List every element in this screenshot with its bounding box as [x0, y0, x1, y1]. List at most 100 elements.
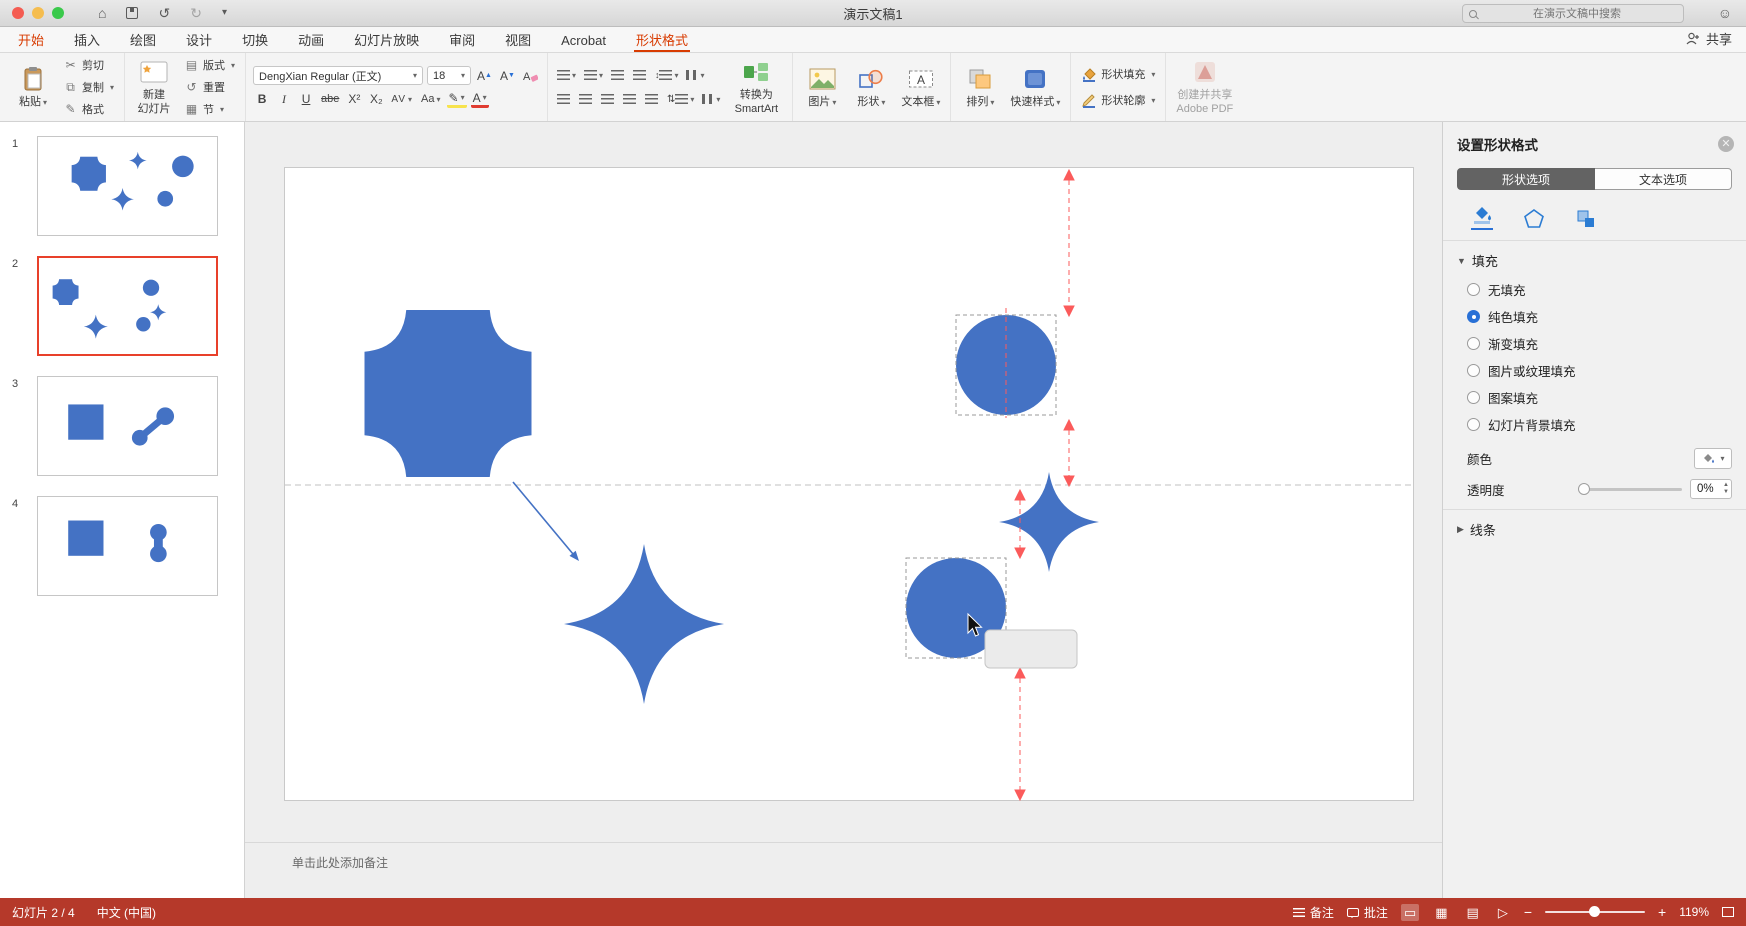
zoom-out-icon[interactable]: −: [1524, 904, 1532, 920]
large-star-shape[interactable]: [564, 544, 724, 704]
picture-button[interactable]: 图片 ▾: [800, 63, 844, 111]
transparency-value-spinner[interactable]: 0% ▲ ▼: [1690, 479, 1732, 499]
subscript-button[interactable]: X₂: [367, 90, 385, 108]
bold-button[interactable]: B: [253, 90, 271, 108]
change-case-button[interactable]: Aa ▾: [419, 90, 442, 108]
line-spacing-button[interactable]: ↕ ▾: [653, 66, 681, 84]
search-box[interactable]: [1462, 4, 1684, 23]
tab-design[interactable]: 设计: [184, 31, 214, 52]
tab-acrobat[interactable]: Acrobat: [559, 31, 608, 52]
text-direction-button[interactable]: ⇅ ▾: [665, 90, 696, 108]
format-painter-button[interactable]: ✎ 格式: [60, 100, 117, 118]
textbox-button[interactable]: A 文本框 ▾: [898, 63, 943, 111]
notes-toggle-button[interactable]: 备注: [1292, 904, 1334, 921]
copy-button[interactable]: ⧉ 复制 ▾: [60, 78, 117, 96]
slide-editor-canvas[interactable]: 单击此处添加备注: [245, 122, 1442, 898]
spinner-up-icon[interactable]: ▲: [1723, 482, 1729, 489]
slideshow-view-icon[interactable]: ▷: [1495, 904, 1511, 921]
columns-button[interactable]: ▾: [684, 66, 706, 84]
smartart-button[interactable]: 转换为 SmartArt: [727, 56, 785, 117]
undo-icon[interactable]: ↺: [158, 6, 170, 20]
justify-button[interactable]: [621, 90, 639, 108]
panel-close-icon[interactable]: ✕: [1718, 136, 1734, 152]
search-input[interactable]: [1477, 6, 1677, 21]
feedback-smiley-icon[interactable]: ☺: [1718, 5, 1732, 21]
layout-button[interactable]: ▤ 版式 ▾: [181, 56, 238, 74]
tab-shape-options[interactable]: 形状选项: [1457, 168, 1595, 190]
zoom-slider[interactable]: [1545, 906, 1645, 918]
tab-draw[interactable]: 绘图: [128, 31, 158, 52]
share-button[interactable]: 共享: [1686, 29, 1732, 48]
superscript-button[interactable]: X²: [345, 90, 363, 108]
language-indicator[interactable]: 中文 (中国): [97, 904, 156, 921]
tab-view[interactable]: 视图: [503, 31, 533, 52]
comments-toggle-button[interactable]: 批注: [1346, 904, 1388, 921]
bullets-button[interactable]: ▾: [555, 66, 578, 84]
grow-font-button[interactable]: A ▲: [475, 67, 494, 85]
tab-home[interactable]: 开始: [16, 31, 46, 52]
font-name-select[interactable]: DengXian Regular (正文) ▾: [253, 66, 424, 85]
toolbar-overflow-icon[interactable]: ▾: [222, 8, 227, 18]
align-text-button[interactable]: ▾: [700, 90, 722, 108]
minimize-window-button[interactable]: [32, 7, 44, 19]
fill-color-picker-button[interactable]: ▾: [1694, 448, 1732, 469]
tab-transitions[interactable]: 切换: [240, 31, 270, 52]
spinner-down-icon[interactable]: ▼: [1723, 489, 1729, 496]
paste-button[interactable]: 粘贴 ▾: [11, 63, 55, 111]
zoom-window-button[interactable]: [52, 7, 64, 19]
adobe-pdf-button[interactable]: 创建并共享 Adobe PDF: [1173, 56, 1236, 117]
character-spacing-button[interactable]: AV ▾: [389, 90, 415, 108]
line-section-header[interactable]: ▶ 线条: [1443, 510, 1746, 545]
new-slide-button[interactable]: 新建 幻灯片: [132, 56, 176, 117]
slide-thumbnail-1[interactable]: [37, 136, 218, 236]
fill-option-none[interactable]: 无填充: [1443, 276, 1746, 303]
size-properties-tab-icon[interactable]: [1575, 206, 1597, 230]
slide-thumbnail-3[interactable]: [37, 376, 218, 476]
slide-thumbnail-4[interactable]: [37, 496, 218, 596]
slide-sorter-view-icon[interactable]: ▦: [1432, 904, 1450, 921]
fill-option-slide-background[interactable]: 幻灯片背景填充: [1443, 411, 1746, 438]
zoom-slider-thumb[interactable]: [1589, 906, 1600, 918]
font-color-button[interactable]: A ▾: [470, 90, 489, 108]
numbering-button[interactable]: ▾: [582, 66, 605, 84]
fill-line-tab-icon[interactable]: [1471, 206, 1493, 230]
slider-thumb[interactable]: [1578, 482, 1590, 495]
normal-view-icon[interactable]: ▭: [1400, 903, 1420, 921]
fill-option-picture-texture[interactable]: 图片或纹理填充: [1443, 357, 1746, 384]
align-center-button[interactable]: [577, 90, 595, 108]
fill-section-header[interactable]: ▼ 填充: [1443, 241, 1746, 276]
notes-placeholder[interactable]: 单击此处添加备注: [292, 854, 388, 871]
connector-arrow[interactable]: [512, 481, 579, 561]
align-left-button[interactable]: [555, 90, 573, 108]
align-right-button[interactable]: [599, 90, 617, 108]
home-icon[interactable]: ⌂: [98, 6, 106, 20]
arrange-button[interactable]: 排列 ▾: [958, 63, 1002, 111]
small-star-shape[interactable]: [999, 472, 1099, 572]
shrink-font-button[interactable]: A ▼: [498, 67, 517, 85]
fit-slide-to-window-icon[interactable]: [1722, 907, 1734, 917]
close-window-button[interactable]: [12, 7, 24, 19]
fill-option-gradient[interactable]: 渐变填充: [1443, 330, 1746, 357]
highlight-color-button[interactable]: ✎ ▾: [446, 90, 467, 108]
increase-indent-button[interactable]: [631, 66, 649, 84]
transparency-slider[interactable]: [1578, 482, 1682, 495]
slide-surface[interactable]: [284, 167, 1415, 802]
tab-review[interactable]: 审阅: [447, 31, 477, 52]
distribute-button[interactable]: [643, 90, 661, 108]
italic-button[interactable]: I: [275, 90, 293, 108]
strikethrough-button[interactable]: abe: [319, 90, 341, 108]
shape-fill-button[interactable]: 形状填充 ▾: [1078, 65, 1158, 83]
zoom-in-icon[interactable]: +: [1658, 904, 1666, 920]
cut-button[interactable]: ✂ 剪切: [60, 56, 117, 74]
fill-option-pattern[interactable]: 图案填充: [1443, 384, 1746, 411]
clear-formatting-button[interactable]: A: [521, 67, 540, 85]
reading-view-icon[interactable]: ▤: [1464, 904, 1482, 921]
slide-thumbnail-2-selected[interactable]: [37, 256, 218, 356]
zoom-level[interactable]: 119%: [1679, 905, 1709, 919]
fill-option-solid[interactable]: 纯色填充: [1443, 303, 1746, 330]
shape-outline-button[interactable]: 形状轮廓 ▾: [1078, 91, 1158, 109]
reset-button[interactable]: ↺ 重置: [181, 78, 238, 96]
redo-icon[interactable]: ↻: [190, 6, 202, 20]
tab-slideshow[interactable]: 幻灯片放映: [352, 31, 421, 52]
tab-shape-format[interactable]: 形状格式: [633, 31, 690, 52]
